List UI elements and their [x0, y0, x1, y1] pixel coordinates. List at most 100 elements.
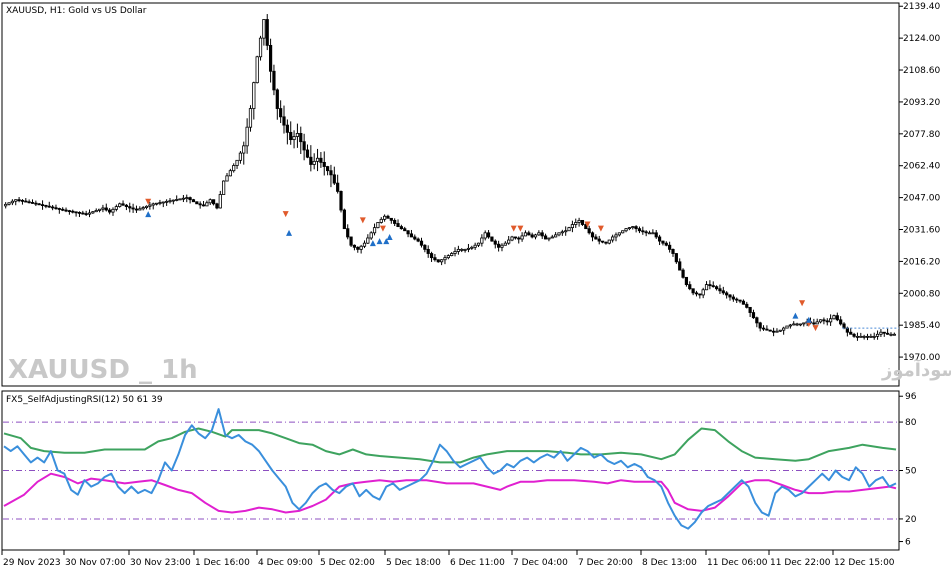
candle-body	[262, 19, 266, 39]
candle-body	[148, 204, 152, 207]
candle-body	[661, 240, 665, 244]
candle-body	[433, 257, 437, 261]
candle-body	[607, 239, 611, 244]
candle-body	[621, 230, 625, 234]
candle-body	[450, 253, 454, 256]
candle-body	[168, 200, 172, 203]
candle-body	[637, 228, 642, 232]
candle-body	[312, 160, 316, 165]
rsi-axis-label: 6	[905, 538, 911, 548]
candle-body	[409, 233, 414, 238]
candle-body	[128, 206, 132, 209]
candle-body	[580, 219, 585, 225]
candle-body	[406, 230, 410, 235]
candle-body	[617, 232, 621, 236]
candle-body	[191, 199, 196, 203]
candle-body	[151, 203, 155, 206]
candle-body	[124, 204, 128, 207]
candle-body	[557, 232, 561, 236]
candle-body	[859, 335, 863, 338]
candle-body	[785, 325, 789, 329]
candle-body	[24, 200, 28, 203]
candle-body	[131, 207, 135, 210]
price-axis-label: 2124.00	[903, 34, 940, 44]
time-axis-label: 8 Dec 13:00	[642, 558, 697, 568]
candle-body	[886, 332, 890, 335]
candle-body	[778, 329, 782, 332]
time-axis-label: 7 Dec 04:00	[513, 558, 568, 568]
candle-body	[332, 174, 336, 184]
candle-body	[118, 203, 122, 207]
candle-body	[728, 294, 732, 298]
candle-body	[745, 303, 749, 308]
candle-body	[188, 197, 192, 201]
candle-body	[416, 238, 420, 242]
candle-body	[614, 234, 618, 238]
candle-body	[889, 333, 893, 336]
candle-body	[476, 242, 481, 246]
time-axis: 29 Nov 2023 30 Nov 07:00 30 Nov 23:00 1 Dec…	[1, 550, 895, 568]
time-axis-label: 4 Dec 09:00	[258, 558, 313, 568]
candle-body	[654, 232, 658, 238]
time-axis-label: 7 Dec 20:00	[578, 558, 633, 568]
candle-body	[64, 209, 68, 212]
price-axis-label: 2093.20	[903, 98, 940, 108]
candle-body	[369, 232, 373, 239]
candle-body	[17, 199, 21, 202]
candle-body	[275, 89, 279, 109]
candle-body	[849, 331, 853, 335]
time-axis-label: 12 Dec 15:00	[834, 558, 895, 568]
candle-body	[426, 248, 430, 254]
candle-body	[768, 329, 772, 332]
candle-body	[309, 156, 313, 165]
candle-body	[235, 159, 239, 166]
candle-body	[71, 210, 75, 213]
candle-body	[651, 232, 655, 235]
candle-body	[473, 244, 477, 248]
candle-body	[681, 269, 685, 278]
candle-body	[279, 108, 283, 118]
candle-body	[869, 335, 873, 338]
candle-body	[704, 284, 709, 291]
candle-body	[560, 231, 564, 234]
candle-body	[104, 207, 108, 211]
candle-body	[792, 323, 796, 326]
candle-body	[577, 219, 581, 223]
candle-body	[386, 215, 390, 219]
candle-body	[181, 197, 186, 200]
candle-body	[154, 202, 159, 205]
candle-body	[218, 194, 222, 209]
price-axis-label: 2139.40	[903, 2, 940, 12]
candle-body	[470, 246, 474, 249]
candle-body	[510, 236, 514, 241]
candle-body	[436, 259, 440, 263]
candle-body	[289, 131, 293, 141]
candle-body	[336, 182, 340, 192]
candle-body	[513, 236, 517, 239]
price-axis-label: 2000.80	[903, 289, 940, 299]
candle-body	[664, 242, 668, 246]
time-axis-label: 11 Dec 06:00	[707, 558, 768, 568]
candle-body	[842, 323, 846, 329]
candle-body	[611, 236, 615, 241]
price-axis-label: 2077.80	[903, 130, 940, 140]
time-axis-label: 30 Nov 23:00	[130, 558, 191, 568]
candle-body	[879, 331, 883, 335]
candle-body	[865, 335, 870, 338]
candle-body	[61, 208, 65, 211]
candle-body	[725, 292, 729, 296]
candle-body	[121, 203, 125, 206]
candle-body	[520, 235, 524, 240]
indicator-title: FX5_SelfAdjustingRSI(12) 50 61 39	[6, 395, 163, 405]
candle-body	[272, 70, 276, 91]
candle-body	[111, 208, 115, 213]
candle-body	[554, 234, 558, 238]
candle-body	[530, 234, 534, 238]
price-chart-canvas[interactable]: 2139.40 2124.00 2108.60 2093.20 2077.80 2062.…	[0, 0, 951, 572]
candle-body	[238, 152, 243, 161]
candle-body	[872, 335, 876, 338]
candle-body	[463, 248, 467, 251]
candle-body	[493, 240, 497, 245]
candle-body	[403, 228, 407, 232]
candle-body	[517, 237, 521, 240]
